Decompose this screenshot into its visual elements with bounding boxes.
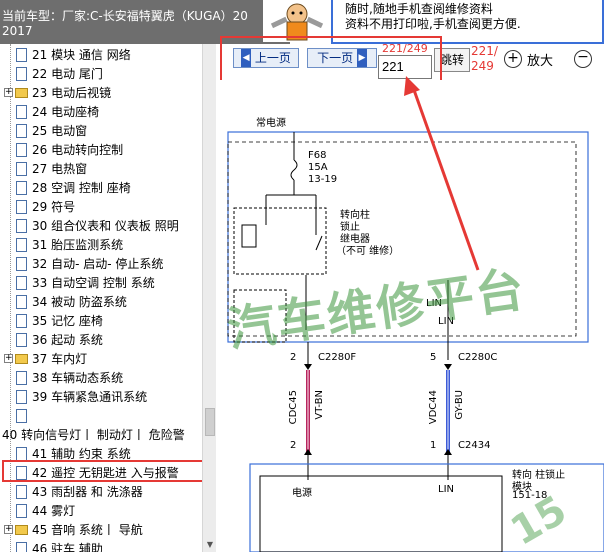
- annotation-arrow-layer: [404, 76, 480, 271]
- annotation-arrow-line: [412, 89, 480, 271]
- annotation-arrow-head: [404, 76, 420, 96]
